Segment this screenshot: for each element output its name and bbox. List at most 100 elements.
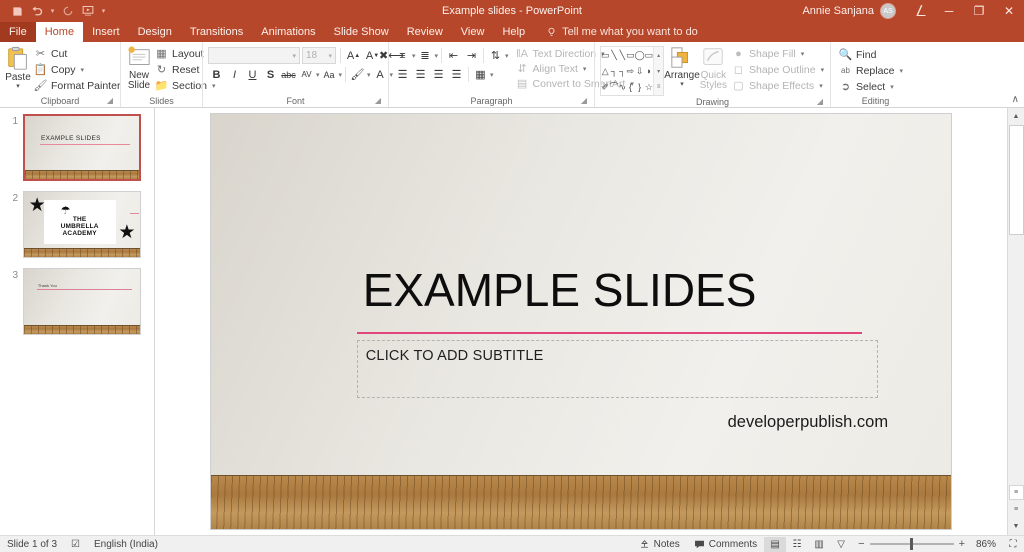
tell-me-search[interactable]: Tell me what you want to do [534,22,698,42]
zoom-slider-handle[interactable] [910,538,913,550]
increase-indent-icon[interactable]: ⇥ [463,47,480,64]
arrange-button[interactable]: Arrange ▾ [664,44,700,88]
gallery-scroll-down-icon[interactable]: ▾ [657,68,660,75]
paste-button[interactable]: Paste ▾ [5,44,31,90]
start-slideshow-icon[interactable] [79,2,97,20]
zoom-slider[interactable] [870,543,954,545]
shapes-grid[interactable]: ▭ ╲ ╲ ▭ ◯ ▭ △ ┐ ┐ ⇨ ⇩ ◗ ✐ ⌒ ∿ { } [601,47,653,95]
arrange-caret[interactable]: ▾ [680,81,684,88]
tab-animations[interactable]: Animations [252,22,324,42]
slide-thumbnail-3[interactable]: Thank You [23,268,141,335]
reading-view-button[interactable]: ▥ [808,537,830,552]
cut-button[interactable]: ✂ Cut [31,46,123,61]
shape-textbox-icon[interactable]: ▭ [601,51,610,60]
shape-rounded-rect-icon[interactable]: ▭ [645,51,654,60]
font-name-caret[interactable]: ▾ [292,52,296,60]
shape-triangle-icon[interactable]: △ [602,67,609,76]
new-slide-button[interactable]: New Slide [126,44,152,91]
font-dialog-launcher[interactable]: ◢ [375,95,381,107]
tab-review[interactable]: Review [398,22,452,42]
shape-fill-button[interactable]: ● Shape Fill ▾ [729,46,827,61]
scrollbar-thumb[interactable] [1009,125,1024,235]
copy-caret[interactable]: ▾ [81,66,85,74]
shape-pie-icon[interactable]: ◗ [646,67,651,76]
find-button[interactable]: 🔍 Find [836,47,906,62]
replace-button[interactable]: ab Replace ▾ [836,63,906,78]
shape-line-icon[interactable]: ╲ [611,51,616,60]
slide-show-view-button[interactable]: ▽ [830,537,852,552]
clipboard-dialog-launcher[interactable]: ◢ [107,95,113,107]
quick-styles-button[interactable]: Quick Styles [700,44,727,91]
shape-arrow-icon[interactable]: ╲ [620,51,625,60]
shape-star-icon[interactable]: ☆ [645,83,653,92]
gallery-more-icon[interactable]: ≡ [657,84,661,90]
copy-button[interactable]: 📋 Copy ▾ [31,62,123,77]
slide-canvas[interactable]: EXAMPLE SLIDES CLICK TO ADD SUBTITLE dev… [155,108,1007,535]
shape-effects-caret[interactable]: ▾ [819,82,823,90]
tab-view[interactable]: View [452,22,494,42]
text-highlight-caret[interactable]: ▾ [367,71,371,79]
format-painter-button[interactable]: 🖌 Format Painter [31,78,123,93]
slide-title[interactable]: EXAMPLE SLIDES [363,263,757,317]
subtitle-placeholder[interactable]: CLICK TO ADD SUBTITLE [357,340,879,398]
select-caret[interactable]: ▾ [890,83,894,91]
scroll-up-icon[interactable]: ▲ [1008,108,1024,125]
shape-oval-icon[interactable]: ◯ [635,51,645,60]
slide-thumbnail-1[interactable]: EXAMPLE SLIDES [23,114,141,181]
paragraph-dialog-launcher[interactable]: ◢ [581,95,587,107]
undo-dropdown-caret[interactable]: ▾ [48,7,57,15]
tab-home[interactable]: Home [36,22,83,42]
italic-button[interactable]: I [226,66,243,83]
strikethrough-button[interactable]: abc [280,66,297,83]
previous-slide-button[interactable]: ≡ [1009,485,1024,500]
tab-transitions[interactable]: Transitions [181,22,252,42]
zoom-out-button[interactable]: − [858,538,864,550]
underline-button[interactable]: U [244,66,261,83]
close-button[interactable]: ✕ [994,0,1024,22]
normal-view-button[interactable]: ▤ [764,537,786,552]
columns-caret[interactable]: ▾ [490,71,494,79]
align-center-icon[interactable]: ☰ [412,66,429,83]
shape-rectangle-icon[interactable]: ▭ [626,51,635,60]
drawing-dialog-launcher[interactable]: ◢ [817,96,823,108]
character-spacing-caret[interactable]: ▾ [316,71,320,79]
shape-elbow-icon[interactable]: ┐ [611,67,617,76]
tab-insert[interactable]: Insert [83,22,129,42]
bullets-caret[interactable]: ▾ [412,52,416,60]
thumbnail-item-1[interactable]: 1 EXAMPLE SLIDES [0,114,154,181]
replace-caret[interactable]: ▾ [900,67,904,75]
shape-outline-caret[interactable]: ▾ [821,66,825,74]
font-color-button[interactable]: A [372,66,389,83]
shape-right-brace-icon[interactable]: } [638,83,641,92]
next-slide-button[interactable]: ≡ [1008,501,1024,518]
change-case-caret[interactable]: ▾ [339,71,343,79]
text-shadow-button[interactable]: S [262,66,279,83]
shape-effects-button[interactable]: ▢ Shape Effects ▾ [729,78,827,93]
shape-down-arrow-icon[interactable]: ⇩ [636,67,644,76]
shape-fill-caret[interactable]: ▾ [801,50,805,58]
font-name-input[interactable]: ▾ [208,47,300,64]
align-left-icon[interactable]: ☰ [394,66,411,83]
font-size-caret[interactable]: ▾ [328,52,332,60]
slide-thumbnail-panel[interactable]: 1 EXAMPLE SLIDES 2 ☂ THE UMBRELLA ACADEM… [0,108,155,535]
text-highlight-icon[interactable]: 🖌 [349,66,366,83]
shape-elbow2-icon[interactable]: ┐ [619,67,625,76]
character-spacing-button[interactable]: AV [298,66,315,83]
shape-left-brace-icon[interactable]: { [629,83,632,92]
select-button[interactable]: ➲ Select ▾ [836,79,906,94]
undo-icon[interactable] [28,2,46,20]
shape-curve-icon[interactable]: ⌒ [610,83,619,92]
current-slide[interactable]: EXAMPLE SLIDES CLICK TO ADD SUBTITLE dev… [211,114,951,529]
collapse-ribbon-button[interactable]: ∧ [1012,94,1019,105]
tab-help[interactable]: Help [493,22,534,42]
bullets-icon[interactable]: ≡ [394,47,411,64]
justify-icon[interactable]: ☰ [448,66,465,83]
avatar[interactable]: AS [880,3,896,19]
paste-caret[interactable]: ▾ [16,83,20,90]
zoom-control[interactable]: − + 86% [852,538,1002,550]
redo-icon[interactable] [59,2,77,20]
slide-sorter-view-button[interactable]: ☷ [786,537,808,552]
save-icon[interactable] [8,2,26,20]
customize-qat-caret[interactable]: ▾ [99,7,108,15]
thumbnail-item-3[interactable]: 3 Thank You [0,268,154,335]
